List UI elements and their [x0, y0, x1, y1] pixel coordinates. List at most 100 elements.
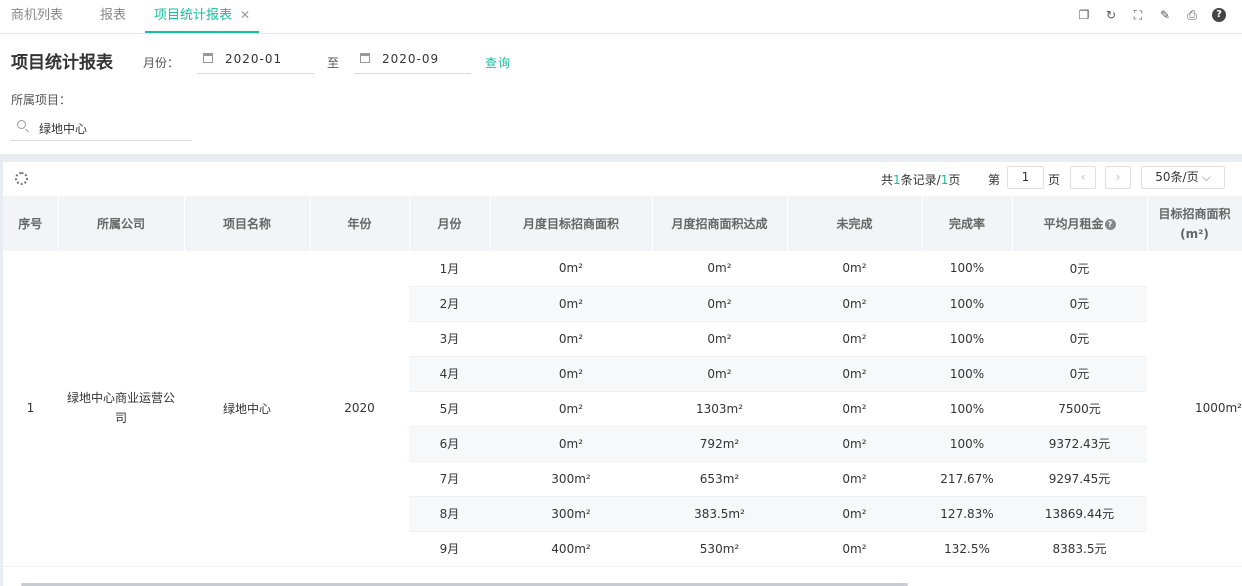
- row-month: 5月: [409, 391, 490, 427]
- row-achieved: 0m²: [652, 356, 787, 392]
- total-records: 1: [893, 173, 901, 187]
- project-search-value: 绿地中心: [39, 122, 88, 136]
- col-monthly-achieved-area: 月度招商面积达成: [652, 196, 788, 251]
- chevron-right-icon: ›: [1115, 170, 1121, 184]
- col-avg-monthly-rent: 平均月租金?: [1012, 196, 1148, 251]
- row-rate: 217.67%: [922, 461, 1012, 497]
- row-rent: 0元: [1012, 356, 1147, 392]
- row-unfinished: 0m²: [787, 496, 922, 532]
- row-unfinished: 0m²: [787, 286, 922, 322]
- page-suffix: 页: [1048, 173, 1061, 187]
- col-company: 所属公司: [58, 196, 185, 251]
- page-title: 项目统计报表: [11, 53, 113, 73]
- pages-suffix: 页: [948, 173, 961, 187]
- row-achieved: 383.5m²: [652, 496, 787, 532]
- prev-page-button[interactable]: ‹: [1070, 166, 1096, 189]
- col-project: 项目名称: [184, 196, 311, 251]
- row-target: 300m²: [490, 461, 652, 497]
- row-unfinished: 0m²: [787, 251, 922, 287]
- row-achieved: 0m²: [652, 251, 787, 287]
- row-rate: 100%: [922, 251, 1012, 287]
- report-table: 序号 所属公司 项目名称 年份 月份 月度目标招商面积 月度招商面积达成 未完成…: [3, 196, 1242, 567]
- row-month: 8月: [409, 496, 490, 532]
- row-rent: 9297.45元: [1012, 461, 1147, 497]
- tab-opportunity-list[interactable]: 商机列表: [11, 0, 63, 33]
- question-icon[interactable]: ?: [1104, 219, 1116, 230]
- row-target: 400m²: [490, 531, 652, 567]
- row-target: 0m²: [490, 321, 652, 357]
- calendar-icon: [360, 53, 370, 63]
- row-target: 0m²: [490, 286, 652, 322]
- row-project: 绿地中心: [184, 251, 310, 567]
- project-search-input[interactable]: 绿地中心: [10, 116, 191, 141]
- page-prefix: 第: [988, 173, 1001, 187]
- start-month-input[interactable]: 2020-01: [197, 47, 314, 74]
- total-prefix: 共: [881, 173, 894, 187]
- fullscreen-icon[interactable]: ⛶: [1131, 8, 1145, 22]
- page-size-select[interactable]: 50条/页 ⌵: [1141, 166, 1225, 189]
- col-year: 年份: [310, 196, 410, 251]
- col-month: 月份: [409, 196, 491, 251]
- next-page-button[interactable]: ›: [1105, 166, 1131, 189]
- row-achieved: 0m²: [652, 321, 787, 357]
- col-completion-rate: 完成率: [922, 196, 1013, 251]
- table-header: 序号 所属公司 项目名称 年份 月份 月度目标招商面积 月度招商面积达成 未完成…: [3, 196, 1242, 251]
- tab-reports[interactable]: 报表: [100, 0, 126, 33]
- row-unfinished: 0m²: [787, 321, 922, 357]
- row-achieved: 0m²: [652, 286, 787, 322]
- help-icon[interactable]: ?: [1212, 8, 1226, 22]
- row-rate: 127.83%: [922, 496, 1012, 532]
- calendar-icon: [203, 53, 213, 63]
- row-company: 绿地中心商业运营公司: [58, 251, 184, 567]
- row-target: 0m²: [490, 391, 652, 427]
- row-year: 2020: [310, 251, 409, 567]
- page-number-input[interactable]: 1: [1007, 166, 1044, 189]
- copy-icon[interactable]: ❐: [1077, 8, 1091, 22]
- row-unfinished: 0m²: [787, 391, 922, 427]
- row-achieved: 530m²: [652, 531, 787, 567]
- row-rate: 132.5%: [922, 531, 1012, 567]
- row-month: 7月: [409, 461, 490, 497]
- refresh-icon[interactable]: ↻: [1104, 8, 1118, 22]
- col-target-area: 目标招商面积(m²): [1147, 196, 1242, 251]
- records-suffix: 条记录/: [900, 173, 941, 187]
- row-rate: 100%: [922, 286, 1012, 322]
- tab-label: 商机列表: [11, 8, 64, 23]
- search-icon: [17, 120, 26, 129]
- tab-project-report[interactable]: 项目统计报表 ✕: [145, 0, 260, 33]
- row-rate: 100%: [922, 321, 1012, 357]
- table-row: 1 绿地中心商业运营公司 绿地中心 2020 1月 0m² 0m² 0m² 100% 0元 1000…: [3, 251, 1242, 567]
- chevron-left-icon: ‹: [1080, 170, 1086, 184]
- start-month-value: 2020-01: [225, 52, 283, 66]
- project-label: 所属项目：: [11, 93, 72, 107]
- query-button[interactable]: 查询: [485, 54, 511, 71]
- edit-icon[interactable]: ✎: [1158, 8, 1172, 22]
- row-index: 1: [3, 251, 58, 567]
- row-rent: 0元: [1012, 286, 1147, 322]
- print-icon[interactable]: ⎙: [1185, 8, 1199, 22]
- to-label: 至: [327, 56, 340, 70]
- pager-bar: 共1条记录/1页 第 1 页 ‹ › 50条/页 ⌵: [3, 162, 1242, 196]
- row-unfinished: 0m²: [787, 531, 922, 567]
- tab-label: 项目统计报表: [154, 8, 233, 23]
- row-month: 1月: [409, 251, 490, 287]
- tab-label: 报表: [100, 8, 127, 23]
- col-index: 序号: [3, 196, 59, 251]
- row-rent: 9372.43元: [1012, 426, 1147, 462]
- row-rent: 13869.44元: [1012, 496, 1147, 532]
- col-unfinished: 未完成: [787, 196, 923, 251]
- filter-panel: 项目统计报表 月份： 2020-01 至 2020-09 查询 所属项目： 绿地…: [0, 34, 1242, 154]
- table-body: 1 绿地中心商业运营公司 绿地中心 2020 1月 0m² 0m² 0m² 100% 0元 1000…: [3, 251, 1242, 567]
- col-monthly-target-area: 月度目标招商面积: [490, 196, 653, 251]
- row-rent: 0元: [1012, 321, 1147, 357]
- gear-icon[interactable]: [15, 172, 28, 185]
- col-avg-monthly-rent-label: 平均月租金: [1043, 217, 1104, 231]
- row-month: 6月: [409, 426, 490, 462]
- row-achieved: 792m²: [652, 426, 787, 462]
- row-achieved: 653m²: [652, 461, 787, 497]
- close-icon[interactable]: ✕: [240, 8, 250, 22]
- end-month-value: 2020-09: [382, 52, 440, 66]
- end-month-input[interactable]: 2020-09: [354, 47, 471, 74]
- row-unfinished: 0m²: [787, 426, 922, 462]
- row-month: 9月: [409, 531, 490, 567]
